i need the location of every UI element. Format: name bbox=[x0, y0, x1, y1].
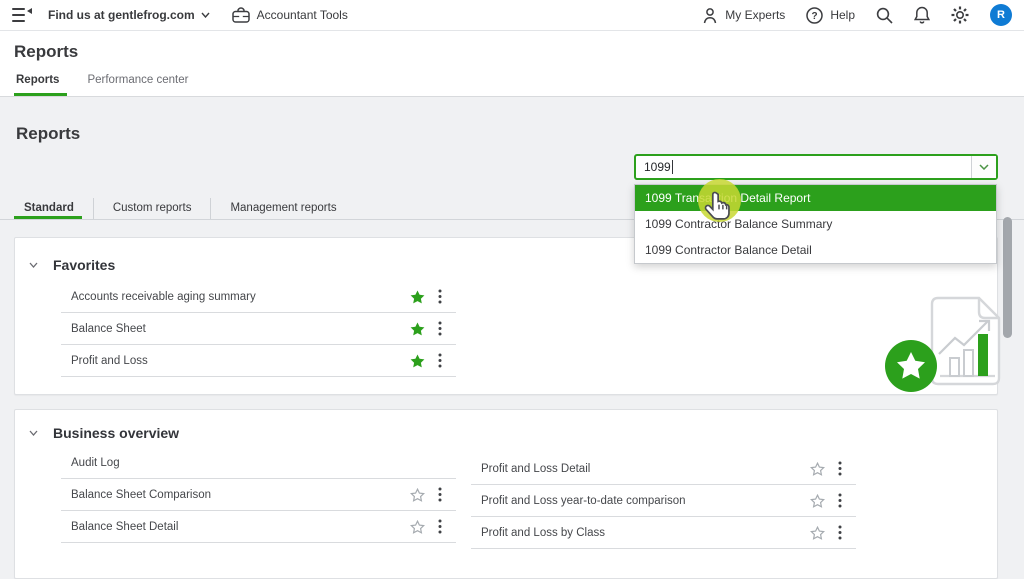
chevron-down-icon bbox=[979, 164, 989, 170]
company-selector[interactable]: Find us at gentlefrog.com bbox=[48, 8, 210, 22]
avatar-initial: R bbox=[997, 9, 1005, 21]
page-header: Reports Reports Performance center bbox=[0, 31, 1024, 97]
report-row: Balance Sheet Comparison bbox=[61, 479, 456, 511]
page-title: Reports bbox=[14, 42, 79, 61]
tab-performance-center[interactable]: Performance center bbox=[87, 74, 190, 96]
business-overview-left-list: Audit Log Balance Sheet Comparison Balan… bbox=[61, 447, 456, 543]
company-selector-label: Find us at gentlefrog.com bbox=[48, 8, 195, 22]
user-avatar[interactable]: R bbox=[990, 4, 1012, 26]
favorites-section-header[interactable]: Favorites bbox=[29, 257, 115, 273]
tab-reports-label: Reports bbox=[16, 74, 60, 86]
favorites-section-title: Favorites bbox=[53, 257, 116, 273]
my-experts-label: My Experts bbox=[725, 8, 786, 22]
favorite-star-filled-icon[interactable] bbox=[410, 354, 425, 368]
kebab-menu-icon[interactable] bbox=[838, 461, 842, 476]
favorite-star-outline-icon[interactable] bbox=[810, 493, 825, 508]
favorite-star-outline-icon[interactable] bbox=[810, 461, 825, 476]
report-link[interactable]: Profit and Loss by Class bbox=[481, 527, 605, 539]
tab-standard[interactable]: Standard bbox=[14, 198, 82, 219]
report-search-input[interactable]: 1099 bbox=[634, 154, 998, 180]
tab-custom-reports-label: Custom reports bbox=[112, 202, 192, 214]
kebab-menu-icon[interactable] bbox=[438, 487, 442, 502]
business-overview-right-list: Profit and Loss Detail Profit and Loss y… bbox=[471, 453, 856, 549]
hamburger-menu-icon[interactable] bbox=[12, 8, 32, 22]
search-input-value: 1099 bbox=[644, 160, 671, 174]
briefcase-icon bbox=[231, 7, 250, 23]
my-experts-button[interactable]: My Experts bbox=[702, 7, 785, 24]
collapse-chevron-icon bbox=[29, 430, 38, 436]
tab-management-reports-label: Management reports bbox=[230, 202, 337, 214]
report-row: Profit and Loss bbox=[61, 345, 456, 377]
favorite-star-filled-icon[interactable] bbox=[410, 290, 425, 304]
tab-divider bbox=[92, 198, 94, 219]
business-overview-section-header[interactable]: Business overview bbox=[29, 425, 179, 441]
favorites-illustration bbox=[877, 292, 1001, 393]
kebab-menu-icon[interactable] bbox=[838, 493, 842, 508]
report-row: Accounts receivable aging summary bbox=[61, 281, 456, 313]
report-row: Profit and Loss Detail bbox=[471, 453, 856, 485]
kebab-menu-icon[interactable] bbox=[438, 519, 442, 534]
accountant-tools-button[interactable]: Accountant Tools bbox=[231, 7, 348, 23]
report-row: Audit Log bbox=[61, 447, 456, 479]
report-link[interactable]: Balance Sheet bbox=[71, 323, 146, 335]
favorite-star-outline-icon[interactable] bbox=[410, 519, 425, 534]
kebab-menu-icon[interactable] bbox=[438, 321, 442, 336]
scrollbar-thumb[interactable] bbox=[1003, 217, 1012, 338]
report-link[interactable]: Accounts receivable aging summary bbox=[71, 291, 256, 303]
report-link[interactable]: Profit and Loss Detail bbox=[481, 463, 590, 475]
main-tab-bar: Reports Performance center bbox=[13, 74, 190, 96]
kebab-menu-icon[interactable] bbox=[838, 525, 842, 540]
business-overview-section-card: Business overview Audit Log Balance Shee… bbox=[14, 409, 998, 579]
kebab-menu-icon[interactable] bbox=[438, 289, 442, 304]
chevron-down-icon bbox=[201, 12, 210, 18]
topbar-right-actions: My Experts ? Help R bbox=[702, 4, 1012, 26]
search-dropdown-toggle[interactable] bbox=[971, 156, 996, 178]
report-link[interactable]: Audit Log bbox=[71, 457, 120, 469]
svg-text:?: ? bbox=[812, 11, 818, 22]
favorite-star-outline-icon[interactable] bbox=[810, 525, 825, 540]
tab-divider bbox=[210, 198, 212, 219]
help-label: Help bbox=[830, 8, 855, 22]
suggestion-1099-contractor-balance-summary[interactable]: 1099 Contractor Balance Summary bbox=[635, 211, 996, 237]
business-overview-section-title: Business overview bbox=[53, 425, 180, 441]
kebab-menu-icon[interactable] bbox=[438, 353, 442, 368]
suggestion-1099-transaction-detail[interactable]: 1099 Transaction Detail Report bbox=[635, 185, 996, 211]
help-button[interactable]: ? Help bbox=[806, 6, 855, 24]
collapse-chevron-icon bbox=[29, 262, 38, 268]
report-row: Profit and Loss by Class bbox=[471, 517, 856, 549]
top-navigation-bar: Find us at gentlefrog.com Accountant Too… bbox=[0, 0, 1024, 31]
tab-management-reports[interactable]: Management reports bbox=[230, 198, 336, 219]
favorites-chart-document-icon bbox=[885, 296, 1001, 392]
settings-gear-icon[interactable] bbox=[951, 6, 969, 24]
help-icon: ? bbox=[806, 6, 824, 24]
search-icon[interactable] bbox=[876, 7, 893, 24]
favorites-report-list: Accounts receivable aging summary Balanc… bbox=[61, 281, 456, 377]
tab-performance-center-label: Performance center bbox=[87, 74, 189, 86]
report-link[interactable]: Profit and Loss year-to-date comparison bbox=[481, 495, 686, 507]
favorite-star-filled-icon[interactable] bbox=[410, 322, 425, 336]
accountant-tools-label: Accountant Tools bbox=[256, 8, 348, 22]
person-icon bbox=[704, 7, 717, 23]
tab-custom-reports[interactable]: Custom reports bbox=[113, 198, 192, 219]
tab-reports[interactable]: Reports bbox=[13, 74, 68, 96]
search-suggestions-dropdown: 1099 Transaction Detail Report 1099 Cont… bbox=[634, 184, 997, 264]
reports-section-heading: Reports bbox=[16, 124, 81, 143]
report-link[interactable]: Profit and Loss bbox=[71, 355, 148, 367]
report-link[interactable]: Balance Sheet Comparison bbox=[71, 489, 211, 501]
text-caret bbox=[671, 160, 673, 174]
report-row: Balance Sheet bbox=[61, 313, 456, 345]
report-link[interactable]: Balance Sheet Detail bbox=[71, 521, 178, 533]
notifications-bell-icon[interactable] bbox=[914, 6, 930, 24]
suggestion-1099-contractor-balance-detail[interactable]: 1099 Contractor Balance Detail bbox=[635, 237, 996, 263]
report-row: Profit and Loss year-to-date comparison bbox=[471, 485, 856, 517]
tab-standard-label: Standard bbox=[24, 202, 74, 214]
report-row: Balance Sheet Detail bbox=[61, 511, 456, 543]
favorite-star-outline-icon[interactable] bbox=[410, 487, 425, 502]
